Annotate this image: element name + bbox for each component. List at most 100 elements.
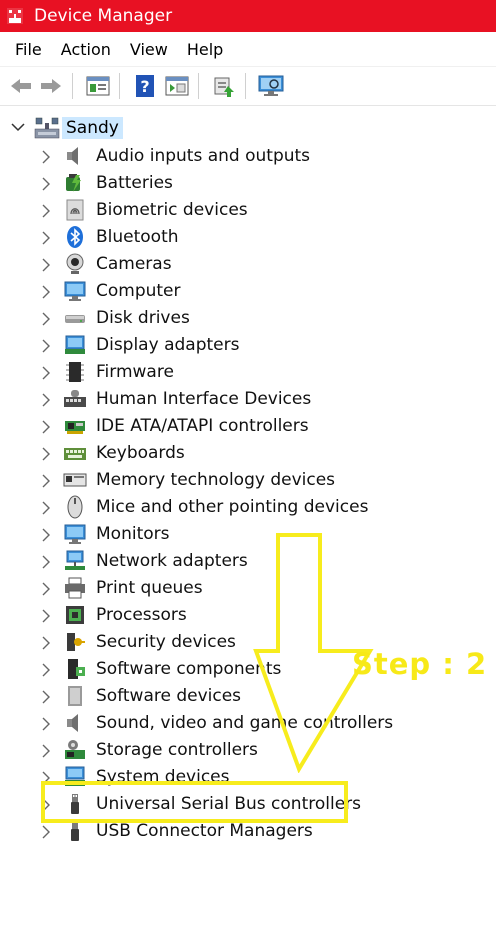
memory-icon [63, 473, 87, 487]
chevron-right-icon[interactable] [40, 636, 52, 650]
toolbar-separator [72, 73, 73, 99]
help-button[interactable]: ? [132, 73, 158, 99]
computer-icon [64, 281, 86, 301]
chevron-right-icon[interactable] [40, 231, 52, 245]
disk-drive-icon [65, 315, 85, 323]
scan-hardware-button[interactable] [258, 73, 284, 99]
chevron-right-icon[interactable] [40, 150, 52, 164]
chevron-right-icon[interactable] [40, 528, 52, 542]
tree-node-keyboards[interactable]: Keyboards [0, 440, 480, 466]
chevron-right-icon[interactable] [40, 609, 52, 623]
show-hidden-icon [165, 76, 189, 96]
keyboard-icon [64, 448, 86, 460]
tree-node-software-devices[interactable]: Software devices [0, 683, 480, 709]
network-adapter-icon [65, 550, 85, 570]
ide-controller-icon [65, 421, 85, 434]
printer-icon [65, 577, 85, 599]
chevron-right-icon[interactable] [40, 744, 52, 758]
tree-node-label: Storage controllers [96, 740, 258, 760]
tree-node-firmware[interactable]: Firmware [0, 359, 480, 385]
tree-node-label: IDE ATA/ATAPI controllers [96, 416, 309, 436]
menu-help[interactable]: Help [187, 40, 223, 59]
chevron-right-icon[interactable] [40, 474, 52, 488]
tree-root[interactable]: Sandy [0, 115, 300, 141]
chevron-right-icon[interactable] [40, 177, 52, 191]
tree-node-disk-drives[interactable]: Disk drives [0, 305, 480, 331]
toolbar-separator [119, 73, 120, 99]
chevron-right-icon[interactable] [40, 204, 52, 218]
chevron-right-icon[interactable] [40, 447, 52, 461]
software-component-icon [68, 659, 85, 679]
tree-node-label: Batteries [96, 173, 173, 193]
tree-root-label[interactable]: Sandy [62, 117, 123, 139]
menu-action[interactable]: Action [61, 40, 111, 59]
chevron-right-icon[interactable] [40, 258, 52, 272]
tree-node-cameras[interactable]: Cameras [0, 251, 480, 277]
tree-node-label: Firmware [96, 362, 174, 382]
chevron-right-icon[interactable] [40, 285, 52, 299]
tree-node-monitors[interactable]: Monitors [0, 521, 480, 547]
forward-button[interactable] [38, 73, 64, 99]
tree-node-label: Biometric devices [96, 200, 248, 220]
tree-node-label: Bluetooth [96, 227, 179, 247]
chevron-right-icon[interactable] [40, 690, 52, 704]
software-device-icon [68, 686, 82, 706]
svg-text:?: ? [140, 77, 149, 96]
menu-file[interactable]: File [15, 40, 42, 59]
back-icon [11, 79, 31, 93]
menu-view[interactable]: View [130, 40, 168, 59]
tree-node-label: Human Interface Devices [96, 389, 312, 409]
menu-bar: File Action View Help [0, 32, 496, 67]
chevron-right-icon[interactable] [40, 420, 52, 434]
chevron-right-icon[interactable] [40, 717, 52, 731]
monitor-icon [64, 524, 86, 544]
tree-node-print-queues[interactable]: Print queues [0, 575, 480, 601]
chevron-right-icon[interactable] [40, 663, 52, 677]
chevron-down-icon[interactable] [11, 121, 25, 133]
properties-button[interactable] [85, 73, 111, 99]
tree-node-label: Software devices [96, 686, 242, 706]
processor-icon [66, 606, 84, 624]
tree-node-label: Processors [96, 605, 187, 625]
chevron-right-icon[interactable] [40, 555, 52, 569]
tree-node-sound-video-and-game-controllers[interactable]: Sound, video and game controllers [0, 710, 480, 736]
mouse-icon [67, 495, 83, 519]
chevron-right-icon[interactable] [40, 501, 52, 515]
hid-icon [64, 390, 86, 407]
bluetooth-icon [67, 226, 83, 248]
forward-icon [41, 79, 61, 93]
tree-node-storage-controllers[interactable]: Storage controllers [0, 737, 480, 763]
tree-node-network-adapters[interactable]: Network adapters [0, 548, 480, 574]
tree-node-batteries[interactable]: Batteries [0, 170, 480, 196]
back-button[interactable] [8, 73, 34, 99]
tree-node-label: Monitors [96, 524, 170, 544]
chevron-right-icon[interactable] [40, 393, 52, 407]
tree-node-memory-technology-devices[interactable]: Memory technology devices [0, 467, 480, 493]
tree-node-processors[interactable]: Processors [0, 602, 480, 628]
chevron-right-icon[interactable] [40, 582, 52, 596]
update-driver-button[interactable] [211, 73, 237, 99]
tree-node-audio-inputs-and-outputs[interactable]: Audio inputs and outputs [0, 143, 480, 169]
tree-node-label: Memory technology devices [96, 470, 336, 490]
tree-node-label: Keyboards [96, 443, 185, 463]
tree-node-label: Network adapters [96, 551, 248, 571]
chevron-right-icon[interactable] [40, 366, 52, 380]
tree-node-computer[interactable]: Computer [0, 278, 480, 304]
chevron-right-icon[interactable] [40, 312, 52, 326]
tree-node-human-interface-devices[interactable]: Human Interface Devices [0, 386, 480, 412]
properties-icon [86, 76, 110, 96]
tree-node-ide-ata-atapi-controllers[interactable]: IDE ATA/ATAPI controllers [0, 413, 480, 439]
show-hidden-button[interactable] [164, 73, 190, 99]
tree-node-biometric-devices[interactable]: Biometric devices [0, 197, 480, 223]
tree-node-display-adapters[interactable]: Display adapters [0, 332, 480, 358]
display-adapter-icon [65, 335, 85, 354]
tree-node-label: Audio inputs and outputs [96, 146, 311, 166]
chevron-right-icon[interactable] [40, 339, 52, 353]
toolbar: ? [0, 67, 496, 106]
tree-node-mice-and-other-pointing-devices[interactable]: Mice and other pointing devices [0, 494, 480, 520]
tree-node-bluetooth[interactable]: Bluetooth [0, 224, 480, 250]
window-title: Device Manager [34, 6, 173, 26]
sound-controller-icon [67, 714, 78, 732]
speaker-icon [67, 147, 78, 165]
chevron-right-icon[interactable] [40, 825, 52, 839]
